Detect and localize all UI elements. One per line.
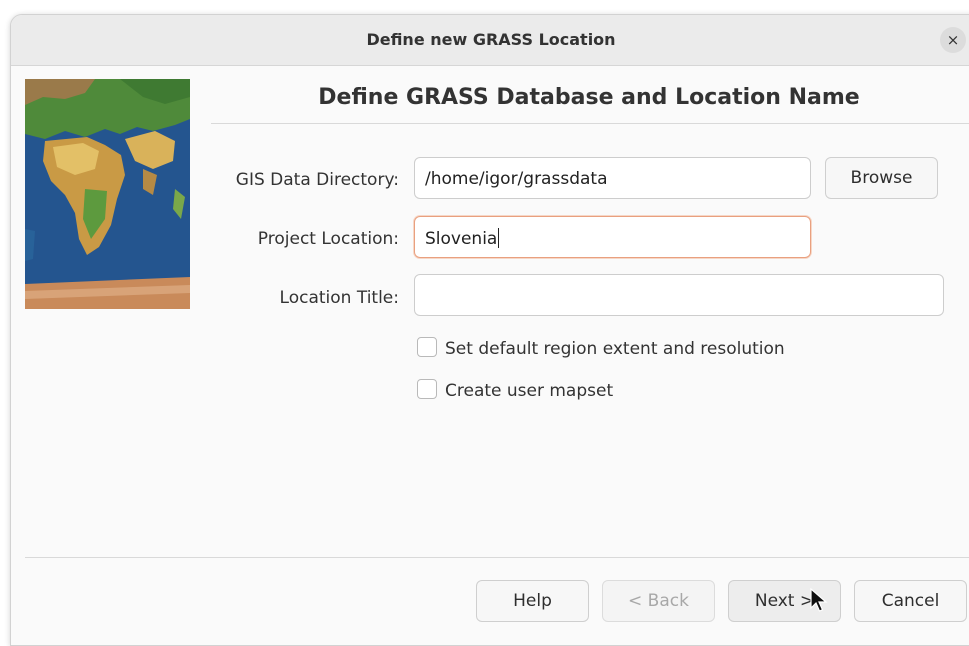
title-label: Location Title:	[279, 288, 399, 308]
title-bar: Define new GRASS Location ×	[11, 15, 969, 66]
gis-dir-label: GIS Data Directory:	[235, 170, 399, 190]
location-value: Slovenia	[425, 229, 498, 249]
close-button[interactable]: ×	[940, 27, 966, 53]
heading-divider	[211, 123, 969, 124]
dialog-window: Define new GRASS Location × Define GRASS…	[10, 14, 969, 646]
gis-dir-field[interactable]: /home/igor/grassdata	[414, 157, 811, 199]
mapset-checkbox[interactable]	[417, 379, 437, 399]
region-option-label: Set default region extent and resolution	[445, 339, 785, 359]
region-option[interactable]: Set default region extent and resolution	[417, 337, 785, 359]
page-heading: Define GRASS Database and Location Name	[318, 85, 860, 110]
mouse-pointer-icon	[810, 588, 828, 612]
gis-dir-value: /home/igor/grassdata	[425, 169, 608, 189]
footer-divider	[25, 557, 969, 558]
title-field[interactable]	[414, 274, 944, 316]
world-map-image	[25, 79, 190, 309]
window-title: Define new GRASS Location	[366, 30, 616, 49]
location-field[interactable]: Slovenia	[414, 216, 811, 258]
region-checkbox[interactable]	[417, 337, 437, 357]
browse-button[interactable]: Browse	[825, 157, 938, 199]
location-label: Project Location:	[257, 229, 399, 249]
cancel-button[interactable]: Cancel	[854, 580, 967, 622]
close-icon: ×	[946, 31, 960, 49]
mapset-option-label: Create user mapset	[445, 381, 614, 401]
mapset-option[interactable]: Create user mapset	[417, 379, 613, 401]
text-caret	[498, 228, 500, 248]
back-button[interactable]: < Back	[602, 580, 715, 622]
help-button[interactable]: Help	[476, 580, 589, 622]
